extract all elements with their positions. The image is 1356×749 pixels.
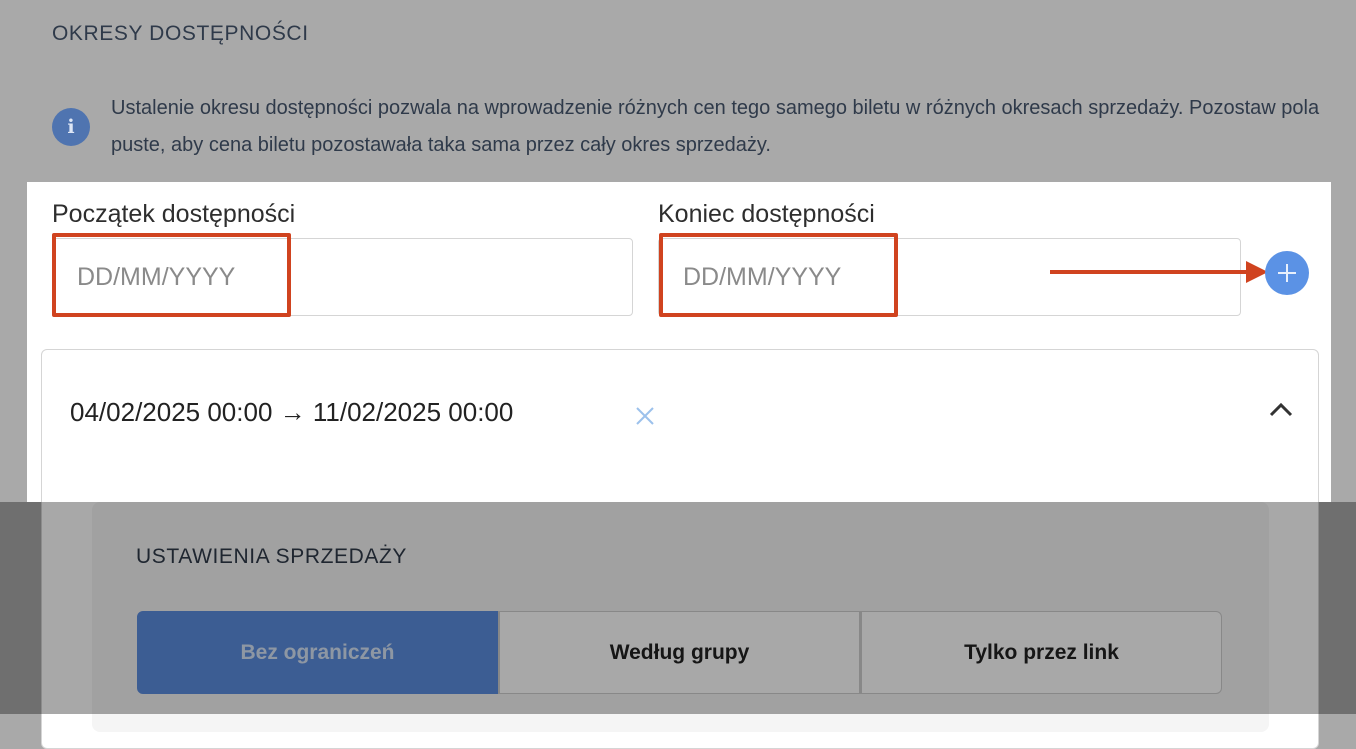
period-range: 04/02/2025 00:00 → 11/02/2025 00:00: [70, 397, 514, 427]
add-period-button[interactable]: [1265, 251, 1309, 295]
chevron-up-icon[interactable]: [1268, 400, 1294, 418]
option-link-only[interactable]: Tylko przez link: [860, 611, 1222, 694]
end-date-label: Koniec dostępności: [658, 200, 875, 228]
sales-mode-toggle: Bez ograniczeń Według grupy Tylko przez …: [137, 611, 1222, 694]
option-no-limits[interactable]: Bez ograniczeń: [137, 611, 498, 694]
info-icon: i: [52, 108, 90, 146]
close-icon[interactable]: [634, 405, 656, 427]
start-date-label: Początek dostępności: [52, 200, 296, 228]
plus-icon: [1278, 264, 1296, 282]
arrow-icon: [1050, 261, 1268, 283]
option-by-group[interactable]: Według grupy: [498, 611, 860, 694]
info-text: Ustalenie okresu dostępności pozwala na …: [111, 97, 1320, 156]
sales-settings-title: USTAWIENIA SPRZEDAŻY: [136, 545, 408, 568]
section-title: OKRESY DOSTĘPNOŚCI: [52, 22, 309, 45]
start-date-input[interactable]: [52, 238, 633, 316]
